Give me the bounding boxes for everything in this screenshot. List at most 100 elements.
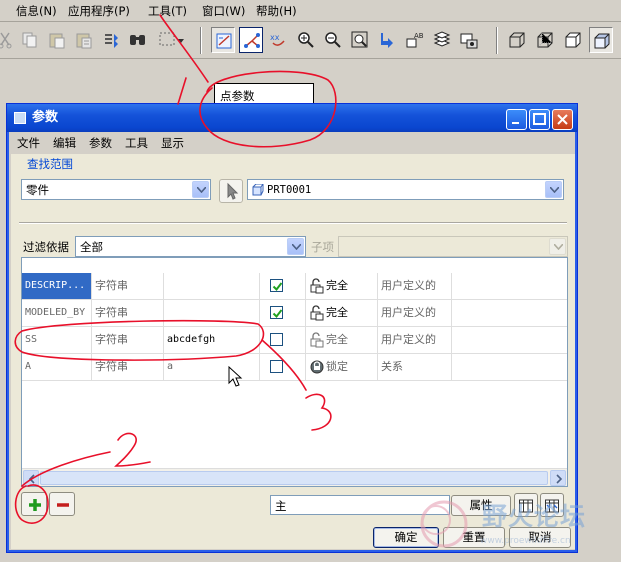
designate-checkbox[interactable] [270,279,283,292]
param-type-cell[interactable]: 字符串 [92,354,164,380]
cut-icon[interactable] [0,27,18,53]
source-cell[interactable]: 用户定义的 [378,300,452,326]
access-text: 完全 [326,279,348,292]
scope-object-select[interactable]: PRT0001 [247,179,564,200]
scroll-left-icon[interactable] [23,470,39,486]
designate-cell[interactable] [260,327,306,353]
menu-tools[interactable]: 工具(T) [146,3,189,19]
table-columns-button[interactable] [514,493,538,517]
source-cell[interactable]: 关系 [378,354,452,380]
source-cell[interactable]: 用户定义的 [378,327,452,353]
checkmark-icon [272,309,283,319]
designate-checkbox[interactable] [270,333,283,346]
saved-views-icon[interactable] [457,27,481,53]
cancel-button[interactable]: 取消 [509,527,571,548]
toolbar-separator [496,27,498,54]
access-text: 完全 [326,306,348,319]
horizontal-scrollbar[interactable] [22,468,567,486]
table-setup-button[interactable] [540,493,564,517]
dialog-menu-parameters[interactable]: 参数 [89,135,112,151]
source-cell[interactable]: 用户定义的 [378,273,452,299]
dialog-menu-tools[interactable]: 工具 [125,135,148,151]
designate-checkbox[interactable] [270,306,283,319]
scope-object-value: PRT0001 [267,184,312,196]
parameters-dialog: 参数 文件 编辑 参数 工具 显示 查找范围 零件 PRT0001 过滤依据 全… [6,103,578,553]
param-type-cell[interactable]: 字符串 [92,327,164,353]
param-value-cell[interactable]: a [164,354,260,380]
param-name-cell[interactable]: DESCRIP... [22,273,92,299]
regenerate-icon[interactable] [99,27,123,53]
paste-icon[interactable] [45,27,69,53]
maximize-button[interactable] [529,109,550,130]
param-value-cell[interactable] [164,300,260,326]
dialog-menu-display[interactable]: 显示 [161,135,184,151]
access-cell[interactable]: 完全 [306,327,378,353]
table-row[interactable]: SS 字符串 abcdefgh 完全 用户定义的 [22,327,567,354]
access-cell[interactable]: 完全 [306,300,378,326]
dialog-menu-file[interactable]: 文件 [17,135,40,151]
menu-help[interactable]: 帮助(H) [254,3,299,19]
wireframe-icon[interactable] [505,27,529,53]
shading-icon[interactable] [589,27,613,53]
add-parameter-button[interactable] [21,492,47,516]
remove-parameter-button[interactable] [49,492,75,516]
minimize-button[interactable] [506,109,527,130]
table-row[interactable]: A 字符串 a 锁定 关系 [22,354,567,381]
scope-type-select[interactable]: 零件 [21,179,211,200]
datum-axis-display-icon[interactable] [239,27,263,53]
param-name-cell[interactable]: SS [22,327,92,353]
zoom-in-icon[interactable] [294,27,318,53]
minimize-icon [512,122,519,124]
spin-center-icon[interactable] [376,27,400,53]
dialog-titlebar[interactable]: 参数 [7,104,577,132]
close-button[interactable] [552,109,573,130]
zoom-out-icon[interactable] [321,27,345,53]
parameter-table: DESCRIP... 字符串 完全 用户定义的 MODELED_BY 字符串 完… [21,257,568,487]
find-icon[interactable] [126,27,150,53]
datum-point-display-icon[interactable]: xx [266,27,290,53]
window-icon [14,112,26,124]
access-cell[interactable]: 锁定 [306,354,378,380]
param-type-cell[interactable]: 字符串 [92,273,164,299]
paste-special-icon[interactable] [72,27,96,53]
dialog-menu-edit[interactable]: 编辑 [53,135,76,151]
layers-icon[interactable] [430,27,454,53]
refit-icon[interactable] [348,27,372,53]
param-value-cell[interactable] [164,273,260,299]
access-cell[interactable]: 完全 [306,273,378,299]
scrollbar-thumb[interactable] [40,471,548,485]
chevron-down-icon[interactable] [545,181,562,198]
reset-button[interactable]: 重置 [443,527,505,548]
param-name-cell[interactable]: MODELED_BY [22,300,92,326]
menu-info[interactable]: 信息(N) [14,3,59,19]
select-box-icon[interactable] [156,27,188,53]
hidden-line-icon[interactable] [533,27,557,53]
scroll-right-icon[interactable] [550,470,566,486]
properties-button[interactable]: 属性 [451,495,511,516]
param-type-cell[interactable]: 字符串 [92,300,164,326]
chevron-down-icon[interactable] [192,181,209,198]
copy-icon[interactable] [18,27,42,53]
select-object-button[interactable] [219,179,243,203]
designate-cell[interactable] [260,273,306,299]
menu-applications[interactable]: 应用程序(P) [66,3,132,19]
datum-plane-display-icon[interactable] [211,27,235,53]
param-value-cell[interactable]: abcdefgh [164,327,260,353]
no-hidden-icon[interactable] [561,27,585,53]
chevron-down-icon[interactable] [287,238,304,255]
table-row[interactable]: DESCRIP... 字符串 完全 用户定义的 [22,273,567,300]
designate-cell[interactable] [260,354,306,380]
table-row[interactable]: MODELED_BY 字符串 完全 用户定义的 [22,300,567,327]
close-icon [557,114,568,125]
param-name-cell[interactable]: A [22,354,92,380]
menu-window[interactable]: 窗口(W) [200,3,247,19]
filter-select[interactable]: 全部 [75,236,306,257]
designate-cell[interactable] [260,300,306,326]
designate-checkbox[interactable] [270,360,283,373]
ok-button[interactable]: 确定 [373,527,439,548]
main-field[interactable]: 主 [270,495,450,515]
separator [19,222,567,224]
app-menubar: 信息(N) 应用程序(P) 工具(T) 窗口(W) 帮助(H) [0,0,621,22]
annotation-icon[interactable]: AB [403,27,427,53]
scope-type-value: 零件 [26,183,49,197]
